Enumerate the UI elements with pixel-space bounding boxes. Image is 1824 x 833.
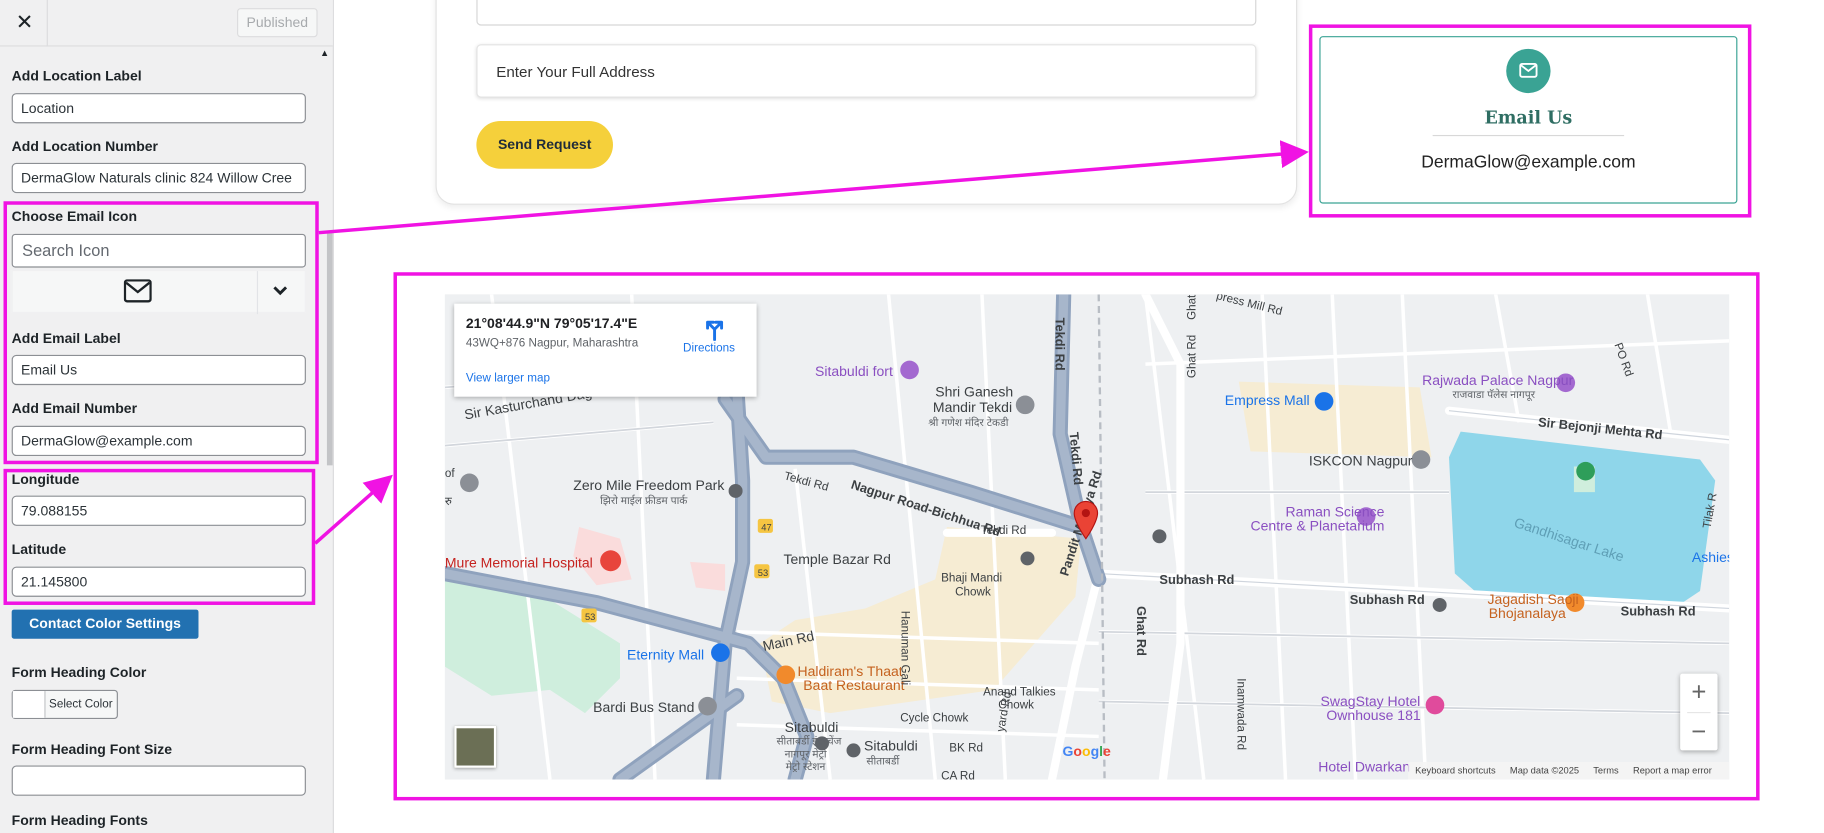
annotation-arrows xyxy=(314,140,1309,545)
